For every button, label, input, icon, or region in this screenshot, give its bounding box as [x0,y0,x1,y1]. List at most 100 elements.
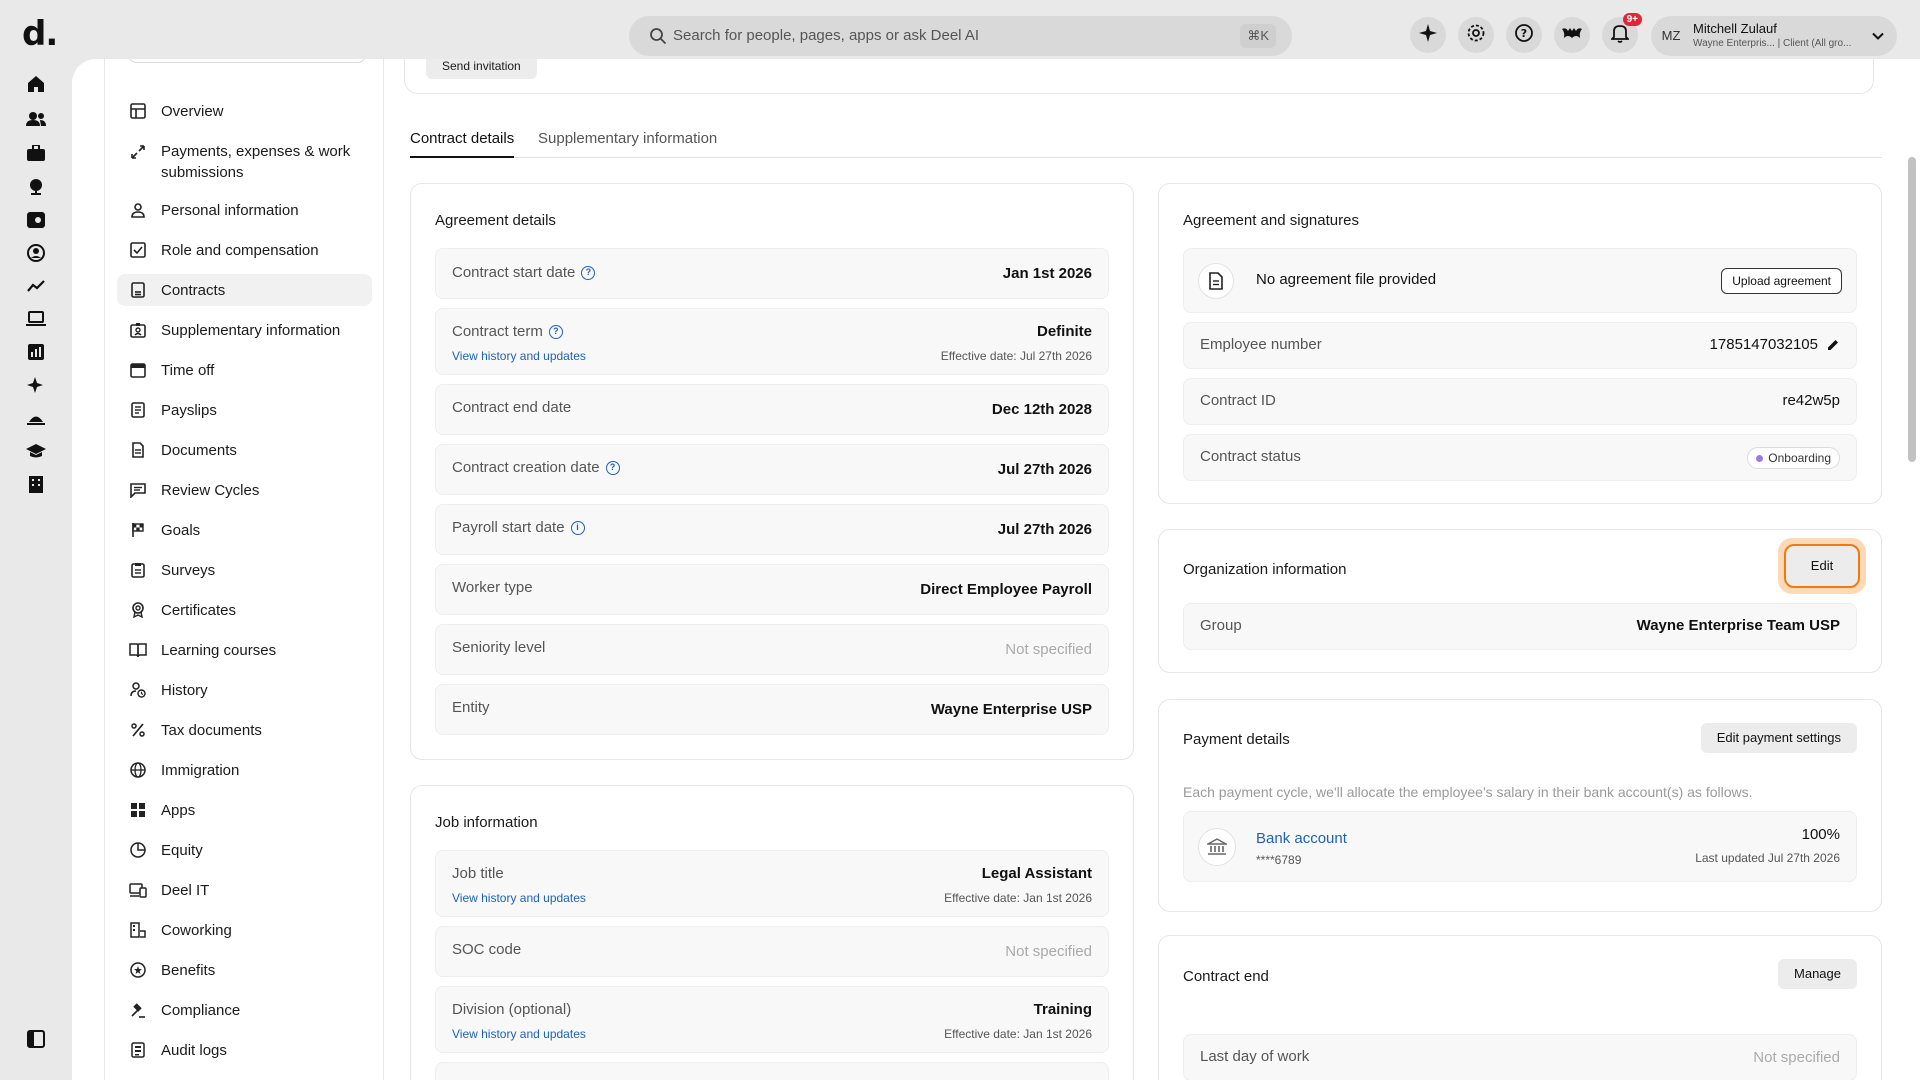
entity-row: Entity Wayne Enterprise USP [435,684,1109,735]
user-org: Wayne Enterpris... | Client (All gro... [1693,38,1852,49]
field-value: Dec 12th 2028 [991,401,1092,418]
document-icon [129,441,147,459]
profile-sidebar: Overview Payments, expenses & work submi… [104,59,384,1080]
user-name: Mitchell Zulauf [1693,21,1777,36]
tab-bar: Contract details Supplementary informati… [410,122,1882,158]
bell-icon [1609,23,1631,48]
wallet-icon[interactable] [25,209,47,231]
worker-type-row: Worker type Direct Employee Payroll [435,564,1109,615]
field-value: Training [1033,1001,1092,1018]
help-button[interactable]: ? [1506,17,1542,53]
id-card-icon [129,321,147,339]
field-label: Group [1200,617,1242,634]
devices-icon [129,881,147,899]
field-value: re42w5p [1782,392,1840,409]
profile-header-card [404,59,1874,94]
help-icon[interactable]: ? [605,460,620,475]
sidebar-item-apps[interactable]: Apps [117,794,372,826]
user-circle-icon[interactable] [25,242,47,264]
trend-icon[interactable] [25,275,47,297]
people-icon[interactable] [25,108,47,130]
sidebar-item-benefits[interactable]: Benefits [117,954,372,986]
sidebar-item-learning-courses[interactable]: Learning courses [117,634,372,666]
sidebar-item-tax-documents[interactable]: Tax documents [117,714,372,746]
help-icon[interactable]: ? [581,265,596,280]
sidebar-item-coworking[interactable]: Coworking [117,914,372,946]
chart-icon[interactable] [25,341,47,363]
deel-ai-button[interactable] [1410,17,1446,53]
contract-icon [129,281,147,299]
global-search[interactable]: Search for people, pages, apps or ask De… [629,16,1292,56]
sidebar-item-documents[interactable]: Documents [117,434,372,466]
book-icon [129,641,147,659]
sidebar-item-time-off[interactable]: Time off [117,354,372,386]
globe-icon [129,761,147,779]
info-icon[interactable]: i [570,520,585,535]
sidebar-item-compliance[interactable]: Compliance [117,994,372,1026]
view-history-link[interactable]: View history and updates [452,891,586,905]
sidebar-item-payslips[interactable]: Payslips [117,394,372,426]
edit-organization-button[interactable]: Edit [1784,544,1860,588]
building-icon[interactable] [25,473,47,495]
certificate-icon [129,601,147,619]
agreement-signatures-card: Agreement and signatures No agreement fi… [1158,183,1882,504]
bank-account-link[interactable]: Bank account [1256,830,1347,847]
globe-icon[interactable] [25,175,47,197]
sidebar-item-certificates[interactable]: Certificates [117,594,372,626]
field-value: Wayne Enterprise USP [930,701,1092,718]
user-menu[interactable]: MZ Mitchell Zulauf Wayne Enterpris... | … [1651,16,1897,56]
laptop-icon[interactable] [25,308,47,330]
sparkle-icon[interactable] [25,374,47,396]
sidebar-toggle-icon[interactable] [25,1028,47,1050]
page-scrollbar[interactable] [1908,157,1916,462]
sidebar-item-supplementary-information[interactable]: Supplementary information [117,314,372,346]
notifications-button[interactable]: 9+ [1602,13,1642,53]
search-shortcut: ⌘K [1240,24,1276,48]
sidebar-item-payments[interactable]: Payments, expenses & work submissions [117,137,372,181]
sidebar-item-role-and-compensation[interactable]: Role and compensation [117,234,372,266]
edit-focus-ring: Edit [1778,538,1866,594]
sidebar-item-personal-information[interactable]: Personal information [117,194,372,226]
briefcase-icon[interactable] [25,142,47,164]
effective-date: Effective date: Jan 1st 2026 [944,1027,1092,1041]
org-switch-button[interactable] [1554,17,1590,53]
bank-account-row[interactable]: Bank account ****6789 100% Last updated … [1183,811,1857,882]
deel-logo[interactable]: d. [22,14,58,54]
bank-account-number: ****6789 [1256,853,1302,867]
sidebar-item-equity[interactable]: Equity [117,834,372,866]
sidebar-item-immigration[interactable]: Immigration [117,754,372,786]
chevron-down-icon [1871,29,1885,48]
field-value: Direct Employee Payroll [920,581,1092,598]
tab-supplementary-information[interactable]: Supplementary information [538,130,717,147]
payslip-icon [129,401,147,419]
pencil-icon[interactable] [1826,338,1840,357]
sidebar-item-deel-it[interactable]: Deel IT [117,874,372,906]
field-value: Not specified [1753,1049,1840,1066]
graduation-icon[interactable] [25,440,47,462]
help-icon[interactable]: ? [548,324,563,339]
sidebar-item-surveys[interactable]: Surveys [117,554,372,586]
soc-code-row: SOC code Not specified [435,926,1109,977]
sidebar-item-audit-logs[interactable]: Audit logs [117,1034,372,1066]
sidebar-item-review-cycles[interactable]: Review Cycles [117,474,372,506]
view-history-link[interactable]: View history and updates [452,1027,586,1041]
settings-button[interactable] [1458,17,1494,53]
contract-end-row: Contract end date Dec 12th 2028 [435,384,1109,435]
sidebar-item-contracts[interactable]: Contracts [117,274,372,306]
send-invitation-button[interactable]: Send invitation [426,59,537,79]
field-label: Contract start date [452,264,576,281]
upload-agreement-button[interactable]: Upload agreement [1721,268,1842,294]
sidebar-item-overview[interactable]: Overview [117,95,372,127]
sidebar-search-input[interactable] [127,59,367,63]
island-icon[interactable] [25,407,47,429]
view-history-link[interactable]: View history and updates [452,349,586,363]
sidebar-item-history[interactable]: History [117,674,372,706]
home-icon[interactable] [25,73,47,95]
job-information-card: Job information Job title Legal Assistan… [410,785,1134,1080]
manage-contract-end-button[interactable]: Manage [1778,959,1857,989]
tab-contract-details[interactable]: Contract details [410,130,515,158]
edit-payment-settings-button[interactable]: Edit payment settings [1700,723,1857,753]
bat-icon [1561,26,1583,45]
sidebar-item-goals[interactable]: Goals [117,514,372,546]
notification-count-badge: 9+ [1622,13,1642,26]
